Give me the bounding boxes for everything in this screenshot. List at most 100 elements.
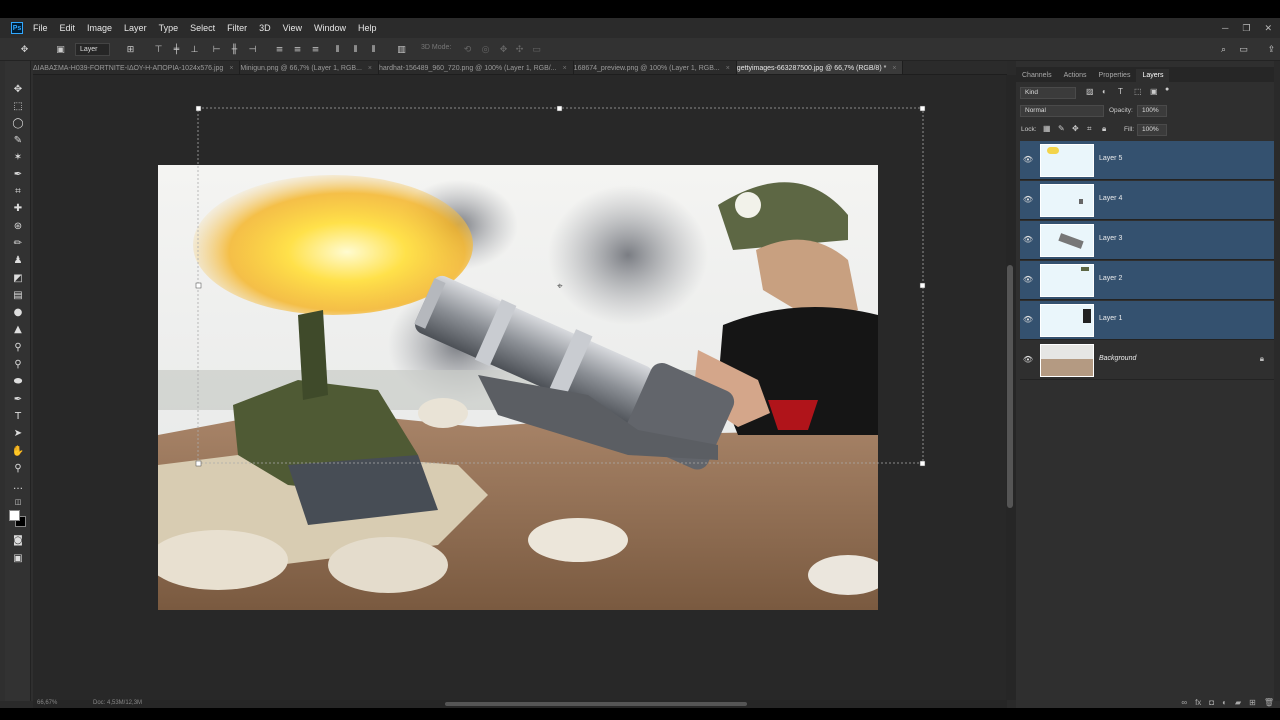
sharpen-tool-icon[interactable]: ▲ — [5, 321, 31, 337]
layer-row[interactable]: 👁︎ Layer 1 — [1020, 301, 1274, 340]
sponge-tool-icon[interactable]: ⚲ — [5, 356, 31, 372]
align-top-icon[interactable]: ⊤ — [152, 43, 165, 56]
visibility-eye-icon[interactable]: 👁︎ — [1023, 194, 1033, 204]
document-tab[interactable]: ΔΙΑΒΑΣΜΑ-Η039-FORTNITE-ΙΔΟΥ-Η-ΑΠΟΡΙΑ-102… — [33, 61, 241, 74]
align-right-icon[interactable]: ⊣ — [246, 43, 259, 56]
menu-filter[interactable]: Filter — [227, 23, 247, 33]
add-mask-icon[interactable]: ◘ — [1209, 698, 1214, 707]
quick-select-tool-icon[interactable]: ✎ — [5, 132, 31, 148]
visibility-eye-icon[interactable]: 👁︎ — [1023, 274, 1033, 284]
layer-style-icon[interactable]: fx — [1195, 698, 1201, 707]
opacity-input[interactable]: 100% — [1137, 105, 1167, 117]
new-layer-icon[interactable]: ⊞ — [1249, 698, 1256, 707]
document-tab-active[interactable]: gettyimages-663287500.jpg @ 66,7% (RGB/8… — [736, 61, 904, 74]
filter-toggle-icon[interactable]: ● — [1165, 86, 1169, 93]
eyedropper-tool-icon[interactable]: ✒ — [5, 166, 31, 182]
align-vcenter-icon[interactable]: ╪ — [170, 43, 183, 56]
close-tab-icon[interactable]: × — [726, 65, 730, 72]
vertical-scroll-thumb[interactable] — [1007, 265, 1013, 508]
auto-select-checkbox[interactable]: ▣ — [54, 43, 67, 56]
screen-mode-icon[interactable]: ▣ — [5, 550, 31, 566]
magic-wand-icon[interactable]: ✶ — [5, 149, 31, 165]
default-colors-icon[interactable]: ◫ — [5, 494, 31, 510]
zoom-tool-icon[interactable]: ⚲ — [5, 460, 31, 476]
move-tool-icon[interactable]: ✥ — [18, 43, 31, 56]
visibility-eye-icon[interactable]: 👁︎ — [1023, 234, 1033, 244]
dodge-tool-icon[interactable]: ⚲ — [5, 339, 31, 355]
crop-tool-icon[interactable]: ⌗ — [5, 183, 31, 199]
more-tools-icon[interactable]: … — [5, 478, 31, 494]
delete-layer-icon[interactable]: 🗑︎ — [1264, 698, 1274, 707]
quick-mask-icon[interactable]: ◙ — [5, 532, 31, 548]
menu-image[interactable]: Image — [87, 23, 112, 33]
workspace-icon[interactable]: ▭ — [1237, 43, 1250, 56]
visibility-eye-icon[interactable]: 👁︎ — [1023, 354, 1033, 364]
align-left-icon[interactable]: ⊢ — [210, 43, 223, 56]
share-icon[interactable]: ⇪ — [1265, 43, 1278, 56]
auto-select-dropdown[interactable]: Layer — [75, 43, 110, 56]
horizontal-scroll-thumb[interactable] — [445, 702, 747, 706]
minimize-button[interactable]: ─ — [1222, 23, 1228, 33]
menu-type[interactable]: Type — [159, 23, 179, 33]
layer-row-background[interactable]: 👁︎ Background 🔒︎ — [1020, 341, 1274, 380]
visibility-eye-icon[interactable]: 👁︎ — [1023, 314, 1033, 324]
panel-scrollbar[interactable] — [1274, 61, 1280, 701]
menu-view[interactable]: View — [283, 23, 302, 33]
menu-window[interactable]: Window — [314, 23, 346, 33]
filter-type-icon[interactable]: T — [1118, 87, 1123, 96]
adjustment-layer-icon[interactable]: ◐ — [1222, 698, 1227, 707]
menu-edit[interactable]: Edit — [60, 23, 76, 33]
fill-input[interactable]: 100% — [1137, 124, 1167, 136]
distribute-hcenter-icon[interactable]: ⦀ — [349, 43, 362, 56]
menu-select[interactable]: Select — [190, 23, 215, 33]
lock-image-icon[interactable]: ✎ — [1058, 124, 1065, 133]
layer-row[interactable]: 👁︎ Layer 5 — [1020, 141, 1274, 180]
menu-3d[interactable]: 3D — [259, 23, 271, 33]
close-tab-icon[interactable]: × — [892, 65, 896, 72]
path-selection-icon[interactable]: ➤ — [5, 425, 31, 441]
menu-layer[interactable]: Layer — [124, 23, 147, 33]
healing-brush-icon[interactable]: ✚ — [5, 200, 31, 216]
menu-help[interactable]: Help — [358, 23, 377, 33]
new-group-icon[interactable]: ▰ — [1235, 698, 1241, 707]
zoom-level[interactable]: 66,67% — [37, 700, 57, 706]
filter-kind-dropdown[interactable]: Kind — [1020, 87, 1076, 99]
distribute-top-icon[interactable]: ≡ — [273, 43, 286, 56]
pen-tool-icon[interactable]: ✒ — [5, 391, 31, 407]
patch-tool-icon[interactable]: ⊛ — [5, 218, 31, 234]
close-button[interactable]: ✕ — [1264, 23, 1272, 34]
document-tab[interactable]: hardhat-156489_960_720.png @ 100% (Layer… — [379, 61, 574, 74]
lock-position-icon[interactable]: ✥ — [1072, 124, 1079, 133]
search-icon[interactable]: ⌕ — [1217, 43, 1230, 56]
blend-mode-dropdown[interactable]: Normal — [1020, 105, 1104, 117]
layer-row[interactable]: 👁︎ Layer 4 — [1020, 181, 1274, 220]
move-tool-icon[interactable]: ✥ — [5, 81, 31, 97]
visibility-eye-icon[interactable]: 👁︎ — [1023, 154, 1033, 164]
menu-file[interactable]: File — [33, 23, 48, 33]
restore-button[interactable]: ❐ — [1242, 23, 1250, 34]
filter-smartobject-icon[interactable]: ▣ — [1150, 87, 1158, 96]
clone-stamp-icon[interactable]: ♟ — [5, 252, 31, 268]
type-tool-icon[interactable]: T — [5, 408, 31, 424]
eraser-tool-icon[interactable]: ◩ — [5, 270, 31, 286]
lasso-tool-icon[interactable]: ◯ — [5, 115, 31, 131]
layer-row[interactable]: 👁︎ Layer 2 — [1020, 261, 1274, 300]
marquee-tool-icon[interactable]: ⬚ — [5, 98, 31, 114]
align-hcenter-icon[interactable]: ╫ — [228, 43, 241, 56]
distribute-left-icon[interactable]: ⦀ — [331, 43, 344, 56]
blur-tool-icon[interactable]: ● — [5, 304, 31, 320]
close-tab-icon[interactable]: × — [563, 65, 567, 72]
distribute-bottom-icon[interactable]: ≡ — [309, 43, 322, 56]
align-bottom-icon[interactable]: ⊥ — [188, 43, 201, 56]
auto-align-icon[interactable]: ▥ — [395, 43, 408, 56]
close-tab-icon[interactable]: × — [368, 65, 372, 72]
distribute-vcenter-icon[interactable]: ≡ — [291, 43, 304, 56]
lock-transparent-icon[interactable]: ▦ — [1043, 124, 1051, 133]
gradient-tool-icon[interactable]: ▤ — [5, 287, 31, 303]
distribute-right-icon[interactable]: ⦀ — [367, 43, 380, 56]
transform-bounding-box[interactable]: ⌖ — [33, 75, 1006, 700]
brush-tool-icon[interactable]: ✏ — [5, 235, 31, 251]
tab-layers[interactable]: Layers — [1136, 69, 1170, 82]
transform-controls-icon[interactable]: ⊞ — [124, 43, 137, 56]
filter-adjustment-icon[interactable]: ◐ — [1102, 87, 1107, 96]
